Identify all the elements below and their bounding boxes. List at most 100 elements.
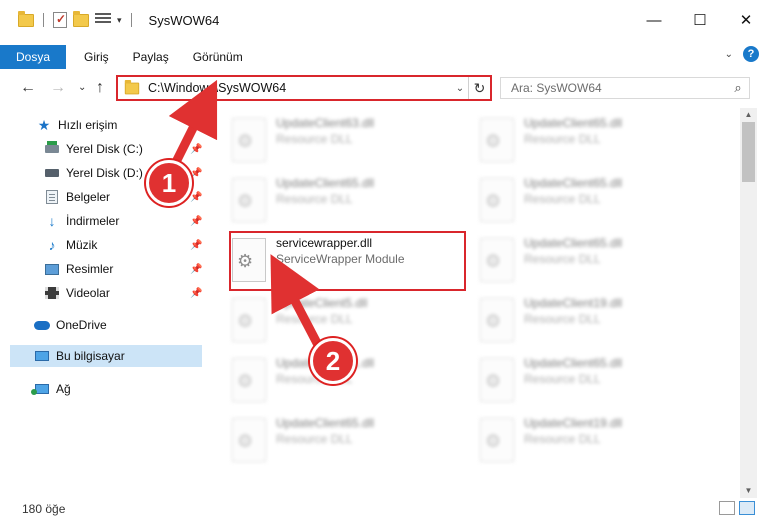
videos-icon xyxy=(44,285,60,301)
title-bar: ▾ SysWOW64 — ☐ ✕ xyxy=(0,0,769,40)
pin-icon[interactable]: 📌 xyxy=(190,216,202,227)
view-icon[interactable] xyxy=(95,13,111,27)
pin-icon[interactable]: 📌 xyxy=(190,168,202,179)
tab-share[interactable]: Paylaş xyxy=(121,45,181,69)
folder-icon xyxy=(124,79,140,94)
window-title: SysWOW64 xyxy=(148,12,220,28)
sidebar-item-drive-c[interactable]: Yerel Disk (C:) xyxy=(44,138,143,160)
step-1-badge: 1 xyxy=(146,160,192,206)
sidebar-item-videos[interactable]: Videolar xyxy=(44,282,110,304)
address-dropdown-icon[interactable]: ⌄ xyxy=(452,83,468,94)
drive-d-icon xyxy=(44,165,60,181)
file-description: Resource DLL xyxy=(524,312,601,326)
forward-arrow-icon[interactable]: → xyxy=(50,79,66,97)
search-input[interactable]: Ara: SysWOW64 xyxy=(511,81,727,95)
file-name: UpdateClient19.dll xyxy=(524,296,623,310)
search-icon[interactable]: ⌕ xyxy=(727,80,749,96)
refresh-icon[interactable]: ↻ xyxy=(468,77,490,99)
sidebar-item-music[interactable]: ♪ Müzik xyxy=(44,234,98,256)
sidebar-item-downloads[interactable]: ↓ İndirmeler xyxy=(44,210,120,232)
new-folder-icon[interactable] xyxy=(73,10,89,27)
address-path[interactable]: C:\Windows\SysWOW64 xyxy=(148,81,452,95)
dll-file-icon xyxy=(480,418,514,462)
network-icon xyxy=(31,381,50,397)
quick-access-toolbar: ▾ xyxy=(0,10,135,28)
pin-icon[interactable]: 📌 xyxy=(190,288,202,299)
dll-file-icon xyxy=(232,358,266,402)
file-description: Resource DLL xyxy=(524,252,601,266)
list-item[interactable]: UpdateClient19.dll Resource DLL xyxy=(480,292,720,348)
sidebar-item-label: İndirmeler xyxy=(66,214,120,228)
file-name: UpdateClient19.dll xyxy=(524,416,623,430)
sidebar-item-documents[interactable]: Belgeler xyxy=(44,186,110,208)
up-arrow-icon[interactable]: ↑ xyxy=(96,79,104,97)
sidebar-item-drive-d[interactable]: Yerel Disk (D:) xyxy=(44,162,143,184)
properties-icon[interactable] xyxy=(53,12,67,28)
close-button[interactable]: ✕ xyxy=(723,0,769,40)
drive-c-icon xyxy=(44,141,60,157)
address-row: ← → ⌄ ↑ C:\Windows\SysWOW64 ⌄ ↻ Ara: Sys… xyxy=(0,72,769,104)
minimize-button[interactable]: — xyxy=(631,0,677,40)
tiles-view-icon[interactable] xyxy=(739,501,755,515)
downloads-icon: ↓ xyxy=(48,213,56,229)
list-item[interactable]: UpdateClient65.dll Resource DLL xyxy=(480,232,720,288)
recent-locations-chevron-icon[interactable]: ⌄ xyxy=(78,82,86,93)
pin-icon[interactable]: 📌 xyxy=(190,240,202,251)
vertical-scrollbar[interactable]: ▲ ▼ xyxy=(740,108,757,498)
documents-icon xyxy=(44,189,60,205)
sidebar-item-network[interactable]: Ağ xyxy=(31,378,71,400)
list-item[interactable]: UpdateClient65.dll Resource DLL xyxy=(480,352,720,408)
sidebar-item-this-pc[interactable]: Bu bilgisayar xyxy=(34,345,125,367)
list-item[interactable]: UpdateClient5.dll Resource DLL xyxy=(232,292,472,348)
customize-toolbar-arrow-icon[interactable]: ▾ xyxy=(117,15,122,26)
list-item[interactable]: UpdateClient19.dll Resource DLL xyxy=(480,412,720,468)
step-2-badge: 2 xyxy=(310,338,356,384)
dll-file-icon xyxy=(232,298,266,342)
list-item[interactable]: UpdateClient65.dll Resource DLL xyxy=(232,412,472,468)
sidebar-item-quick-access[interactable]: ★ Hızlı erişim xyxy=(36,114,118,136)
scrollbar-thumb[interactable] xyxy=(742,122,755,182)
file-description: Resource DLL xyxy=(276,132,353,146)
tab-view[interactable]: Görünüm xyxy=(181,45,255,69)
list-item[interactable]: UpdateClient63.dll Resource DLL xyxy=(232,112,472,168)
list-item[interactable]: UpdateClient65.dll Resource DLL xyxy=(480,172,720,228)
dll-file-icon xyxy=(480,298,514,342)
sidebar-item-label: Hızlı erişim xyxy=(58,118,118,132)
dll-file-icon xyxy=(480,358,514,402)
onedrive-cloud-icon xyxy=(34,317,50,333)
scroll-up-arrow-icon[interactable]: ▲ xyxy=(740,108,757,122)
maximize-button[interactable]: ☐ xyxy=(677,0,723,40)
pin-icon[interactable]: 📌 xyxy=(190,192,202,203)
details-view-icon[interactable] xyxy=(719,501,735,515)
folder-icon xyxy=(18,10,34,27)
pin-icon[interactable]: 📌 xyxy=(190,144,202,155)
search-box[interactable]: Ara: SysWOW64 ⌕ xyxy=(500,77,750,99)
tab-file[interactable]: Dosya xyxy=(0,45,66,69)
window-controls: — ☐ ✕ xyxy=(631,0,769,40)
sidebar-item-label: Videolar xyxy=(66,286,110,300)
file-description: Resource DLL xyxy=(524,372,601,386)
address-bar[interactable]: C:\Windows\SysWOW64 ⌄ ↻ xyxy=(116,75,492,101)
file-description: Resource DLL xyxy=(524,432,601,446)
file-name: UpdateClient65.dll xyxy=(524,236,623,250)
sidebar-item-onedrive[interactable]: OneDrive xyxy=(34,314,107,336)
back-arrow-icon[interactable]: ← xyxy=(20,79,36,97)
tab-home[interactable]: Giriş xyxy=(72,45,121,69)
file-name: UpdateClient65.dll xyxy=(524,176,623,190)
star-icon: ★ xyxy=(37,116,51,133)
help-icon[interactable]: ? xyxy=(743,46,759,62)
file-name: UpdateClient5.dll xyxy=(276,296,368,310)
list-item[interactable]: UpdateClient65.dll Resource DLL xyxy=(232,172,472,228)
highlight-box-servicewrapper xyxy=(229,231,466,291)
pictures-icon xyxy=(44,261,60,277)
pin-icon[interactable]: 📌 xyxy=(190,264,202,275)
dll-file-icon xyxy=(480,118,514,162)
sidebar-item-pictures[interactable]: Resimler xyxy=(44,258,113,280)
scroll-down-arrow-icon[interactable]: ▼ xyxy=(740,484,757,498)
status-bar: 180 öğe xyxy=(0,498,769,520)
expand-ribbon-chevron-icon[interactable]: ⌄ xyxy=(725,49,733,60)
sidebar-item-label: Resimler xyxy=(66,262,114,276)
file-list: UpdateClient63.dll Resource DLL UpdateCli… xyxy=(212,108,740,493)
file-description: Resource DLL xyxy=(524,132,601,146)
list-item[interactable]: UpdateClient65.dll Resource DLL xyxy=(480,112,720,168)
